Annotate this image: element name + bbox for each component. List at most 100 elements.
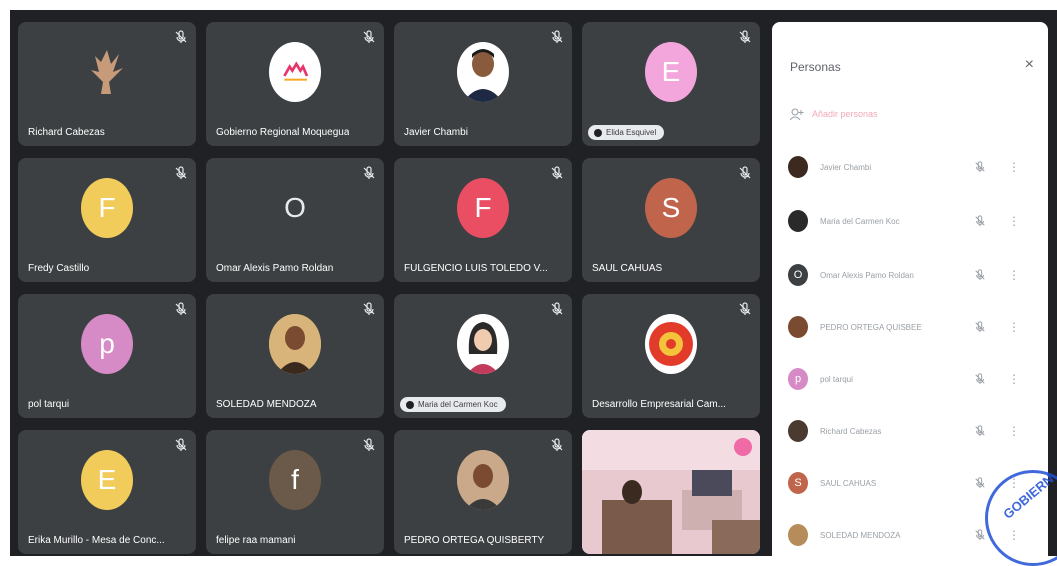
participant-tile[interactable]: p pol tarqui: [18, 294, 196, 418]
participant-avatar: O: [788, 264, 808, 286]
mic-off-icon: [175, 30, 187, 43]
more-options-icon[interactable]: ⋮: [1008, 373, 1020, 385]
participant-tile[interactable]: O Omar Alexis Pamo Roldan: [206, 158, 384, 282]
participant-tile[interactable]: Richard Cabezas: [18, 22, 196, 146]
mic-off-icon[interactable]: [974, 477, 986, 489]
mic-off-icon[interactable]: [974, 215, 986, 227]
participant-grid: Richard Cabezas Gobierno Regional Moqueg…: [18, 22, 770, 556]
participant-name: Elida Esquivel: [606, 128, 657, 137]
participant-avatar: S: [645, 178, 697, 238]
participant-row[interactable]: PEDRO ORTEGA QUISBEE ⋮: [788, 314, 1038, 340]
participant-name: SAUL CAHUAS: [592, 263, 663, 274]
participant-name: Desarrollo Empresarial Cam...: [592, 399, 726, 410]
participant-name: Omar Alexis Pamo Roldan: [216, 263, 334, 274]
participant-avatar: [81, 42, 133, 102]
pin-icon: [406, 400, 414, 409]
add-people-label: Añadir personas: [812, 109, 878, 119]
mic-off-icon[interactable]: [974, 269, 986, 281]
participant-avatar: [269, 42, 321, 102]
pin-icon: [594, 128, 602, 137]
mic-off-icon[interactable]: [974, 373, 986, 385]
add-person-icon: [790, 108, 804, 120]
participant-name: Fredy Castillo: [28, 263, 90, 274]
participant-name: Maria del Carmen Koc: [418, 400, 498, 409]
participant-name: Gobierno Regional Moquegua: [216, 127, 350, 138]
participant-name: pol tarqui: [28, 399, 70, 410]
participant-name-pill: Maria del Carmen Koc: [400, 397, 506, 412]
participant-name: SOLEDAD MENDOZA: [820, 530, 901, 540]
participant-name: SAUL CAHUAS: [820, 478, 877, 488]
mic-off-icon: [739, 30, 751, 43]
participant-row[interactable]: p pol tarqui ⋮: [788, 366, 1038, 392]
participant-tile[interactable]: S SAUL CAHUAS: [582, 158, 760, 282]
more-options-icon[interactable]: ⋮: [1008, 161, 1020, 173]
participant-tile[interactable]: Maria del Carmen Koc: [394, 294, 572, 418]
more-options-icon[interactable]: ⋮: [1008, 321, 1020, 333]
participant-avatar: f: [269, 450, 321, 510]
participant-name: PEDRO ORTEGA QUISBEE: [820, 322, 922, 332]
participant-avatar: [457, 42, 509, 102]
mic-off-icon: [175, 302, 187, 315]
participant-avatar: E: [81, 450, 133, 510]
participant-name: Omar Alexis Pamo Roldan: [820, 270, 914, 280]
participant-name: Maria del Carmen Koc: [820, 216, 900, 226]
participant-name: felipe raa mamani: [216, 535, 296, 546]
participant-name: Richard Cabezas: [28, 127, 105, 138]
stamp-text: GOBIERN: [1000, 471, 1057, 522]
participant-name: Erika Murillo - Mesa de Conc...: [28, 535, 165, 546]
mic-off-icon[interactable]: [974, 529, 986, 541]
participant-avatar: [457, 314, 509, 374]
mic-off-icon: [551, 166, 563, 179]
participant-avatar: [788, 210, 808, 232]
participant-avatar: F: [81, 178, 133, 238]
participant-avatar: [788, 420, 808, 442]
participant-avatar: O: [284, 192, 306, 223]
participant-tile[interactable]: E Elida Esquivel: [582, 22, 760, 146]
more-options-icon[interactable]: ⋮: [1008, 269, 1020, 281]
mic-off-icon: [551, 30, 563, 43]
participant-avatar: [269, 314, 321, 374]
participant-name-pill: Elida Esquivel: [588, 125, 665, 140]
participant-tile[interactable]: SOLEDAD MENDOZA: [206, 294, 384, 418]
participant-name: Richard Cabezas: [820, 426, 882, 436]
participant-tile[interactable]: Gobierno Regional Moquegua: [206, 22, 384, 146]
mic-off-icon: [175, 438, 187, 451]
more-options-icon[interactable]: ⋮: [1008, 215, 1020, 227]
close-button[interactable]: ×: [1025, 56, 1034, 74]
mic-off-icon[interactable]: [974, 161, 986, 173]
participant-tile[interactable]: F FULGENCIO LUIS TOLEDO V...: [394, 158, 572, 282]
participant-tile[interactable]: f felipe raa mamani: [206, 430, 384, 554]
participant-row[interactable]: Javier Chambi ⋮: [788, 154, 1038, 180]
mic-off-icon: [739, 302, 751, 315]
mic-off-icon: [551, 438, 563, 451]
mic-off-icon[interactable]: [974, 425, 986, 437]
meeting-stage: Richard Cabezas Gobierno Regional Moqueg…: [10, 10, 1057, 556]
more-options-icon[interactable]: ⋮: [1008, 425, 1020, 437]
self-video-tile[interactable]: [582, 430, 760, 554]
participant-avatar: p: [81, 314, 133, 374]
participant-tile[interactable]: PEDRO ORTEGA QUISBERTY: [394, 430, 572, 554]
participant-row[interactable]: O Omar Alexis Pamo Roldan ⋮: [788, 262, 1038, 288]
participant-avatar: [457, 450, 509, 510]
participant-avatar: E: [645, 42, 697, 102]
mic-off-icon: [363, 30, 375, 43]
participant-name: pol tarqui: [820, 374, 853, 384]
participant-name: PEDRO ORTEGA QUISBERTY: [404, 535, 545, 546]
participant-tile[interactable]: Javier Chambi: [394, 22, 572, 146]
mic-off-icon: [551, 302, 563, 315]
participant-row[interactable]: Richard Cabezas ⋮: [788, 418, 1038, 444]
participant-row[interactable]: Maria del Carmen Koc ⋮: [788, 208, 1038, 234]
participant-tile[interactable]: E Erika Murillo - Mesa de Conc...: [18, 430, 196, 554]
mic-off-icon[interactable]: [974, 321, 986, 333]
participant-avatar: p: [788, 368, 808, 390]
panel-title: Personas: [790, 60, 841, 74]
participant-tile[interactable]: F Fredy Castillo: [18, 158, 196, 282]
people-panel: Personas × Añadir personas Javier Chambi…: [772, 22, 1048, 556]
add-people-button[interactable]: Añadir personas: [790, 108, 878, 120]
participant-name: Javier Chambi: [820, 162, 872, 172]
participant-name: SOLEDAD MENDOZA: [216, 399, 317, 410]
participant-name: Javier Chambi: [404, 127, 468, 138]
mic-off-icon: [363, 302, 375, 315]
participant-tile[interactable]: Desarrollo Empresarial Cam...: [582, 294, 760, 418]
participant-avatar: [788, 156, 808, 178]
